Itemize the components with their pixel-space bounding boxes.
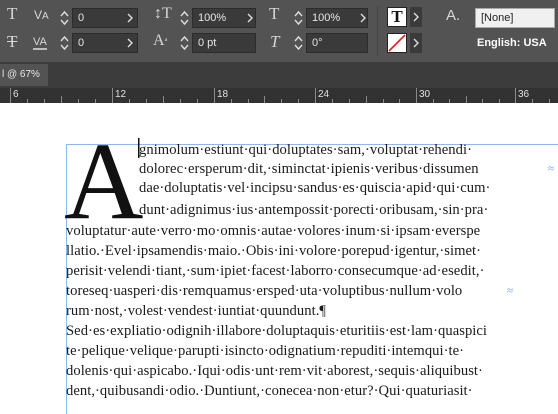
text-line[interactable]: dolenis·qui·aspicabo.·Iqui·odis·unt·rem·…: [66, 363, 483, 380]
ruler-label: 18: [217, 89, 229, 100]
ruler-label: 24: [318, 89, 330, 100]
ruler-label: 12: [115, 89, 127, 100]
hyphenation-mark: ≈: [548, 163, 555, 175]
baseline-shift-icon: Aª: [153, 32, 168, 49]
text-line[interactable]: dolorec·ersperum·dit,·siminctat·ipienis·…: [139, 161, 479, 178]
character-style-field[interactable]: [None]: [475, 8, 555, 28]
hyphenation-mark: ≈: [507, 285, 514, 297]
fill-swatch-dropdown[interactable]: [410, 7, 422, 27]
language-selector[interactable]: English: USA: [477, 37, 547, 49]
strikethrough-icon: T: [7, 32, 18, 51]
text-line[interactable]: llatio.·Evel·ipsamendis·maio.·Obis·ini·v…: [66, 243, 481, 260]
text-line[interactable]: rum·nost,·volest·vendest·iuntiat·quundun…: [66, 303, 326, 320]
text-line[interactable]: Sed·es·expliatio·odignih·illabore·dolupt…: [66, 323, 487, 340]
vertical-scale-dropdown[interactable]: [244, 8, 256, 28]
vertical-scale-icon: ↕T: [154, 5, 172, 22]
text-line[interactable]: dent,·quibusandi·odio.·Duntiunt,·conecea…: [66, 383, 473, 400]
ruler-minor-tick: [264, 96, 265, 103]
ruler-minor-tick: [61, 96, 62, 103]
text-line[interactable]: voluptatur·aute·verro·mo·omnis·autae·vol…: [66, 223, 480, 240]
ruler-label: 30: [419, 89, 431, 100]
skew-icon: T: [270, 32, 280, 51]
ruler-tick: [315, 88, 316, 103]
ruler-tick: [515, 88, 516, 103]
character-style-icon: A.: [446, 7, 461, 24]
document-tab[interactable]: l @ 67%: [0, 64, 48, 86]
ruler-minor-tick: [466, 96, 467, 103]
text-line[interactable]: gnimolum·estiunt·qui·doluptates·sam,·vol…: [139, 142, 472, 159]
ruler-tick: [416, 88, 417, 103]
ruler-tick: [214, 88, 215, 103]
tracking-dropdown[interactable]: [124, 8, 136, 28]
drop-cap[interactable]: A: [64, 126, 143, 236]
text-line[interactable]: toreseq·uasperi·dis·remquamus·ersped·uta…: [66, 283, 462, 300]
stroke-swatch-dropdown[interactable]: [410, 33, 422, 53]
tracking-icon: VA: [34, 8, 49, 22]
text-line[interactable]: dunt·adignimus·ius·antempossit·porecti·o…: [139, 202, 488, 219]
separator: [377, 6, 378, 56]
ruler-tick: [10, 88, 11, 103]
kerning-icon: VA: [33, 36, 47, 50]
text-line[interactable]: dae·doluptatis·vel·incipsu·sandus·es·qui…: [139, 180, 490, 197]
skew-stepper[interactable]: [292, 33, 305, 53]
horizontal-ruler[interactable]: 6 12 18 24 30 36: [0, 88, 558, 103]
text-line[interactable]: te·pelique·velique·parupti·isincto·odign…: [66, 343, 464, 360]
text-line[interactable]: perisit·velendi·tiant,·sum·ipiet·facest·…: [66, 263, 485, 280]
skew-field[interactable]: 0°: [306, 33, 368, 53]
baseline-shift-field[interactable]: 0 pt: [192, 33, 256, 53]
type-tool-icon: T: [7, 4, 18, 23]
ruler-minor-tick: [163, 96, 164, 103]
horizontal-scale-dropdown[interactable]: [357, 8, 369, 28]
ruler-minor-tick: [366, 96, 367, 103]
fill-swatch[interactable]: T: [387, 7, 407, 27]
horizontal-scale-icon: T: [269, 4, 280, 23]
ruler-label: 36: [518, 89, 530, 100]
horizontal-scale-stepper[interactable]: [292, 8, 305, 28]
tracking-stepper[interactable]: [58, 8, 71, 28]
baseline-shift-stepper[interactable]: [178, 33, 191, 53]
kerning-dropdown[interactable]: [124, 33, 136, 53]
stroke-swatch[interactable]: [387, 33, 407, 53]
ruler-label: 6: [13, 89, 19, 100]
kerning-stepper[interactable]: [58, 33, 71, 53]
ruler-tick: [112, 88, 113, 103]
document-tab-bar: [0, 62, 558, 88]
control-panel: T VA 0 ↕T 100% T 100% T A. [None] T VA 0…: [0, 0, 558, 62]
vertical-scale-stepper[interactable]: [178, 8, 191, 28]
